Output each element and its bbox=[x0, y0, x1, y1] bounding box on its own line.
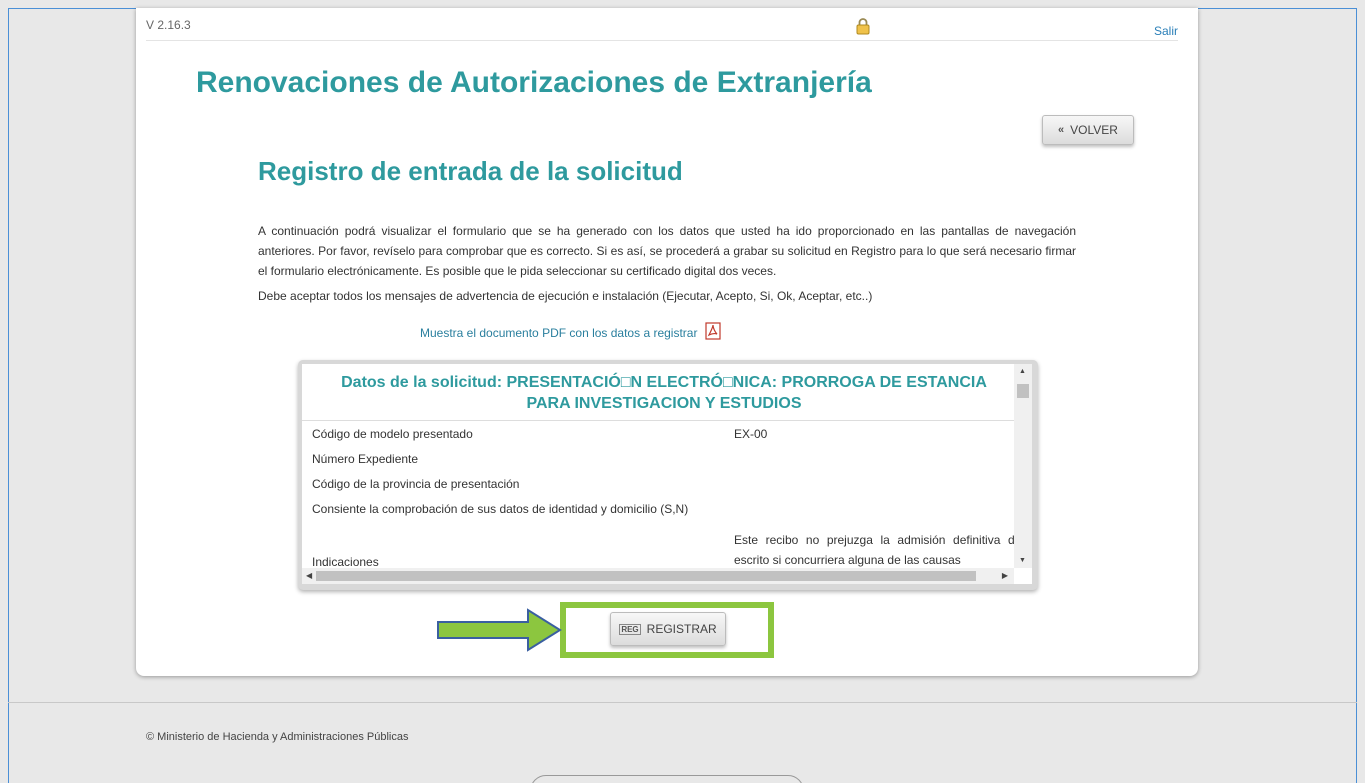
request-data-panel: Datos de la solicitud: PRESENTACIÓ□N ELE… bbox=[298, 360, 1038, 590]
register-button-label: REGISTRAR bbox=[646, 622, 717, 636]
version-label: V 2.16.3 bbox=[146, 18, 191, 32]
data-row: Consiente la comprobación de sus datos d… bbox=[302, 496, 1014, 521]
data-row: Número Expediente bbox=[302, 446, 1014, 471]
horizontal-scroll-thumb[interactable] bbox=[316, 571, 976, 581]
row-label: Número Expediente bbox=[312, 452, 419, 466]
logout-link[interactable]: Salir bbox=[1154, 24, 1178, 38]
footer-divider bbox=[8, 702, 1357, 703]
bottom-button-edge bbox=[530, 775, 804, 783]
scroll-up-arrow-icon[interactable]: ▲ bbox=[1019, 368, 1026, 375]
top-bar: V 2.16.3 Salir bbox=[146, 8, 1178, 41]
double-chevron-left-icon: « bbox=[1058, 124, 1065, 136]
copyright-text: © Ministerio de Hacienda y Administracio… bbox=[146, 731, 409, 743]
pointer-arrow-icon bbox=[437, 608, 562, 652]
redaction-mask bbox=[718, 454, 880, 476]
pdf-link-label: Muestra el documento PDF con los datos a… bbox=[420, 325, 698, 340]
scroll-down-arrow-icon[interactable]: ▼ bbox=[1019, 557, 1026, 564]
row-label: Código de modelo presentado bbox=[312, 427, 473, 441]
row-label: Consiente la comprobación de sus datos d… bbox=[312, 502, 689, 516]
data-row: Código de modelo presentado EX-00 bbox=[302, 421, 1014, 446]
scroll-right-arrow-icon[interactable]: ▶ bbox=[1002, 571, 1008, 580]
panel-title: Datos de la solicitud: PRESENTACIÓ□N ELE… bbox=[302, 364, 1014, 421]
intro-paragraph: A continuación podrá visualizar el formu… bbox=[258, 224, 1076, 278]
pdf-icon bbox=[705, 322, 722, 343]
row-value: EX-00 bbox=[734, 427, 768, 441]
vertical-scroll-thumb[interactable] bbox=[1017, 384, 1029, 398]
scroll-left-arrow-icon[interactable]: ◀ bbox=[306, 571, 312, 580]
indications-label: Indicaciones bbox=[312, 555, 379, 568]
warning-paragraph: Debe aceptar todos los mensajes de adver… bbox=[258, 289, 873, 303]
request-data-content: Datos de la solicitud: PRESENTACIÓ□N ELE… bbox=[302, 364, 1014, 568]
horizontal-scrollbar[interactable]: ◀ ▶ bbox=[302, 568, 1014, 584]
request-data-viewport[interactable]: Datos de la solicitud: PRESENTACIÓ□N ELE… bbox=[302, 364, 1032, 584]
page-card: V 2.16.3 Salir Renovaciones de Autorizac… bbox=[136, 8, 1198, 676]
back-button-label: VOLVER bbox=[1070, 123, 1118, 137]
redaction-mask bbox=[722, 478, 752, 516]
register-button[interactable]: REG REGISTRAR bbox=[610, 612, 726, 646]
lock-icon bbox=[856, 17, 870, 35]
register-icon: REG bbox=[619, 623, 641, 635]
back-button[interactable]: « VOLVER bbox=[1042, 115, 1134, 145]
data-row: Código de la provincia de presentación bbox=[302, 471, 1014, 496]
section-title: Registro de entrada de la solicitud bbox=[258, 156, 683, 186]
vertical-scrollbar[interactable]: ▲ ▼ bbox=[1014, 364, 1032, 568]
app-title: Renovaciones de Autorizaciones de Extran… bbox=[196, 66, 872, 99]
pdf-preview-link[interactable]: Muestra el documento PDF con los datos a… bbox=[420, 322, 722, 343]
indications-text: Este recibo no prejuzga la admisión defi… bbox=[734, 533, 1014, 567]
row-label: Código de la provincia de presentación bbox=[312, 477, 520, 491]
